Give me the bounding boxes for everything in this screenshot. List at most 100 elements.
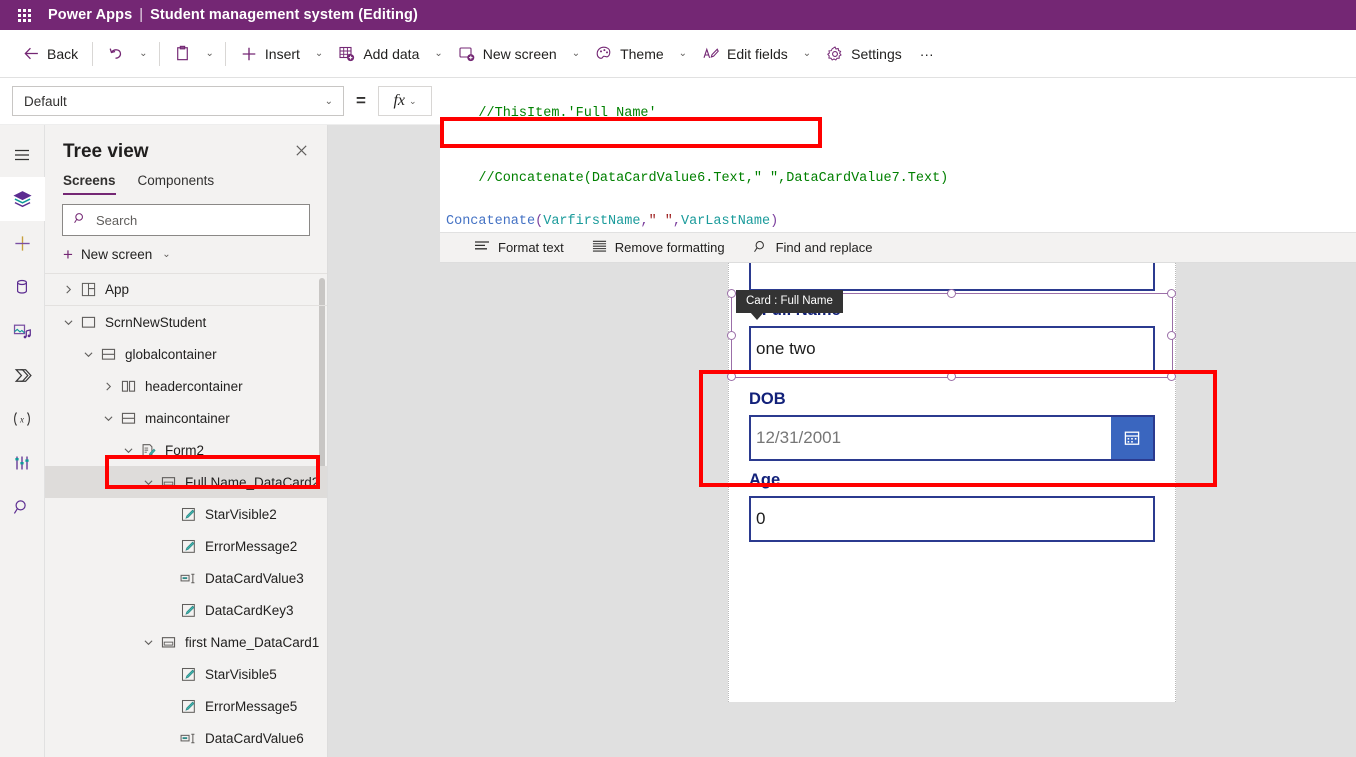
remove-formatting-button[interactable]: Remove formatting bbox=[578, 232, 739, 263]
resize-handle[interactable] bbox=[727, 289, 736, 298]
form-field-dob[interactable]: DOB 12/31/2001 bbox=[729, 380, 1175, 461]
formula-comment-line-2[interactable]: //Concatenate(DataCardValue6.Text," ",Da… bbox=[440, 147, 1356, 212]
sidebar-item-media[interactable] bbox=[0, 309, 45, 353]
tree-node-full-name-datacard2[interactable]: Full Name_DataCard2 bbox=[45, 466, 327, 498]
field-label: DOB bbox=[749, 390, 786, 408]
chevron-down-icon[interactable] bbox=[139, 638, 157, 647]
tree-node-globalcontainer[interactable]: globalcontainer bbox=[45, 338, 327, 370]
chevron-down-icon[interactable] bbox=[59, 318, 77, 327]
tree-node-starvisible5[interactable]: StarVisible5 bbox=[45, 658, 327, 690]
resize-handle[interactable] bbox=[727, 330, 736, 340]
paste-button[interactable] bbox=[165, 37, 200, 71]
tree-node-starvisible2[interactable]: StarVisible2 bbox=[45, 498, 327, 530]
sidebar-item-variables[interactable]: x bbox=[0, 397, 45, 441]
close-icon[interactable] bbox=[294, 143, 309, 162]
chevron-down-icon[interactable] bbox=[79, 350, 97, 359]
calendar-icon[interactable] bbox=[1111, 417, 1153, 459]
field-label-row: DOB bbox=[749, 380, 1155, 415]
formula-active-line[interactable]: Concatenate(VarfirstName," ",VarLastName… bbox=[440, 212, 1356, 232]
tree-node-errormessage5[interactable]: ErrorMessage5 bbox=[45, 690, 327, 722]
sidebar-item-tree-view[interactable] bbox=[0, 177, 45, 221]
tree-node-scrnnewstudent[interactable]: ScrnNewStudent bbox=[45, 306, 327, 338]
document-title: Student management system (Editing) bbox=[150, 7, 418, 23]
undo-chevron-down-icon[interactable]: ⌄ bbox=[133, 37, 153, 71]
sidebar-item-search[interactable] bbox=[0, 485, 45, 529]
new-screen-button[interactable]: New screen bbox=[449, 37, 566, 71]
formula-comma-1: , bbox=[640, 214, 649, 229]
theme-label: Theme bbox=[620, 45, 664, 62]
fx-expand-button[interactable]: fx ⌄ bbox=[378, 86, 432, 116]
insert-plus-icon bbox=[12, 233, 33, 254]
chevron-right-icon[interactable] bbox=[59, 285, 77, 294]
sidebar-item-insert[interactable] bbox=[0, 221, 45, 265]
find-and-replace-button[interactable]: Find and replace bbox=[739, 232, 887, 263]
hamburger-menu-icon bbox=[12, 145, 32, 165]
chevron-right-icon[interactable] bbox=[99, 382, 117, 391]
tree-node-label: Form2 bbox=[165, 442, 205, 458]
edit-fields-chevron-down-icon[interactable]: ⌄ bbox=[797, 37, 817, 71]
formula-arg-1: VarfirstName bbox=[543, 214, 641, 229]
new-screen-tree-button[interactable]: + New screen ⌄ bbox=[45, 236, 327, 273]
search-input[interactable]: Search bbox=[62, 204, 310, 236]
tree-node-datacardvalue3[interactable]: DataCardValue3 bbox=[45, 562, 327, 594]
field-input-age[interactable]: 0 bbox=[749, 496, 1155, 542]
waffle-menu-button[interactable] bbox=[0, 0, 48, 30]
insert-button[interactable]: Insert bbox=[231, 37, 309, 71]
sidebar-item-data[interactable] bbox=[0, 265, 45, 309]
new-screen-chevron-down-icon[interactable]: ⌄ bbox=[566, 37, 586, 71]
tree-node-label: maincontainer bbox=[145, 410, 230, 426]
property-selector[interactable]: Default ⌄ bbox=[12, 86, 344, 116]
resize-handle[interactable] bbox=[947, 289, 956, 298]
label-icon bbox=[177, 539, 199, 554]
form-field-age[interactable]: Age 0 bbox=[729, 461, 1175, 542]
datacard-icon bbox=[157, 476, 179, 489]
container-icon bbox=[97, 348, 119, 361]
field-input-dob[interactable]: 12/31/2001 bbox=[749, 415, 1155, 461]
format-text-button[interactable]: Format text bbox=[460, 232, 578, 263]
undo-button[interactable] bbox=[98, 37, 133, 71]
settings-button[interactable]: Settings bbox=[817, 37, 911, 71]
edit-fields-button[interactable]: Edit fields bbox=[693, 37, 797, 71]
tree-node-headercontainer[interactable]: headercontainer bbox=[45, 370, 327, 402]
paste-chevron-down-icon[interactable]: ⌄ bbox=[200, 37, 220, 71]
formula-editor-panel: //ThisItem.'Full Name' //Concatenate(Dat… bbox=[440, 78, 1356, 263]
insert-chevron-down-icon[interactable]: ⌄ bbox=[309, 37, 329, 71]
tree-node-label: DataCardValue6 bbox=[205, 730, 304, 746]
settings-label: Settings bbox=[851, 45, 902, 62]
theme-chevron-down-icon[interactable]: ⌄ bbox=[673, 37, 693, 71]
tree-node-label: globalcontainer bbox=[125, 346, 217, 362]
property-selector-value: Default bbox=[24, 93, 67, 109]
add-data-icon bbox=[338, 45, 356, 63]
resize-handle[interactable] bbox=[1167, 289, 1176, 298]
tree-node-datacardvalue6[interactable]: DataCardValue6 bbox=[45, 722, 327, 754]
tree-view-tabs: Screens Components bbox=[45, 163, 327, 195]
resize-handle[interactable] bbox=[1167, 330, 1176, 340]
tree-node-app[interactable]: App bbox=[45, 274, 327, 306]
back-button[interactable]: Back bbox=[14, 37, 87, 71]
more-options-button[interactable]: ··· bbox=[911, 37, 943, 71]
chevron-down-icon[interactable] bbox=[99, 414, 117, 423]
undo-icon bbox=[107, 45, 124, 62]
tab-components[interactable]: Components bbox=[138, 173, 215, 195]
formula-arg-3: VarLastName bbox=[680, 214, 771, 229]
sidebar-item-app-checker[interactable] bbox=[0, 441, 45, 485]
tree-node-form2[interactable]: Form2 bbox=[45, 434, 327, 466]
tree-node-errormessage2[interactable]: ErrorMessage2 bbox=[45, 530, 327, 562]
theme-button[interactable]: Theme bbox=[586, 37, 673, 71]
app-checker-settings-icon bbox=[12, 453, 32, 473]
tab-screens[interactable]: Screens bbox=[63, 173, 116, 195]
formula-comment-line-1[interactable]: //ThisItem.'Full Name' bbox=[440, 78, 1356, 147]
add-data-chevron-down-icon[interactable]: ⌄ bbox=[428, 37, 448, 71]
format-text-icon bbox=[474, 239, 490, 256]
tree-node-list[interactable]: App ScrnNewStudent globalcontainer headerco… bbox=[45, 273, 327, 757]
tree-node-maincontainer[interactable]: maincontainer bbox=[45, 402, 327, 434]
chevron-down-icon[interactable] bbox=[139, 478, 157, 487]
add-data-button[interactable]: Add data bbox=[329, 37, 428, 71]
tree-node-datacardkey3[interactable]: DataCardKey3 bbox=[45, 594, 327, 626]
variables-x-icon: x bbox=[11, 408, 33, 430]
sidebar-item-power-automate[interactable] bbox=[0, 353, 45, 397]
remove-formatting-icon bbox=[592, 239, 607, 256]
tree-node-first-name-datacard1[interactable]: first Name_DataCard1 bbox=[45, 626, 327, 658]
chevron-down-icon[interactable] bbox=[119, 446, 137, 455]
hamburger-menu-button[interactable] bbox=[0, 133, 45, 177]
